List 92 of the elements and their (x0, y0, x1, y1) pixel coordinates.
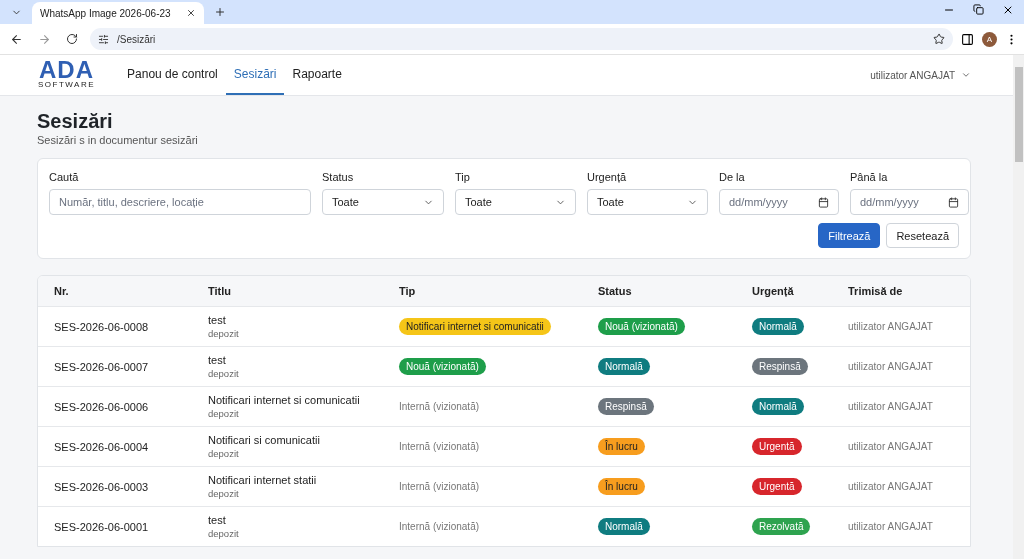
page-subtitle: Sesizări s in documentur sesizări (37, 134, 199, 146)
profile-avatar[interactable]: A (982, 31, 997, 47)
table-cell-text: Internă (vizionată) (399, 521, 481, 532)
field-label: Urgență (587, 171, 628, 183)
table-cell-text: Notificari si comunicatii (208, 434, 321, 446)
column-header: Status (598, 285, 633, 297)
table-cell-text: utilizator ANGAJAT (848, 321, 934, 332)
nav-tab[interactable]: Sesizări (225, 55, 285, 95)
nav-tab[interactable]: Rapoarte (284, 55, 350, 95)
select-value: Toate (597, 196, 624, 208)
table-cell-text: SES-2026-06-0008 (54, 320, 150, 333)
status-badge: Nouă (vizionată) (399, 358, 486, 375)
status-badge: În lucru (598, 478, 645, 495)
status-badge: Normală (752, 398, 804, 415)
bookmark-star-icon (933, 33, 945, 45)
side-panel-icon (961, 32, 974, 46)
close-icon (1002, 4, 1014, 16)
field-label: Tip (455, 171, 471, 183)
status-badge: Normală (752, 318, 804, 335)
location-text: depozit (208, 448, 240, 459)
table-cell-text: SES-2026-06-0004 (54, 440, 150, 453)
table-cell-text: utilizator ANGAJAT (848, 361, 934, 372)
column-header: Trimisă de (848, 285, 904, 297)
table-cell-text: utilizator ANGAJAT (848, 401, 934, 412)
date-field[interactable]: dd/mm/yyyy (719, 189, 839, 215)
calendar-icon (818, 196, 829, 208)
column-header: Nr. (54, 285, 70, 297)
location-text: depozit (208, 368, 240, 379)
status-badge: Rezolvată (752, 518, 811, 535)
status-badge: Urgentă (752, 438, 802, 455)
table-cell-text: Internă (vizionată) (399, 401, 481, 412)
calendar-icon (948, 196, 959, 208)
table-cell-text: utilizator ANGAJAT (848, 481, 934, 492)
date-placeholder: dd/mm/yyyy (860, 196, 919, 208)
status-badge: În lucru (598, 438, 645, 455)
browser-tab[interactable]: WhatsApp Image 2026-06-23 (32, 2, 204, 24)
close-icon (186, 8, 196, 18)
status-badge: Nouă (vizionată) (598, 318, 685, 335)
table-cell-text: test (208, 354, 227, 366)
scrollbar-thumb[interactable] (1014, 67, 1023, 162)
reload-icon (66, 33, 78, 45)
table-cell-text: SES-2026-06-0001 (54, 520, 150, 533)
table-cell-text: utilizator ANGAJAT (848, 521, 934, 532)
table-cell-text: Notificari internet statii (208, 474, 318, 486)
select-value: Toate (465, 196, 492, 208)
field-label: Până la (850, 171, 889, 183)
status-badge: Notificari internet si comunicatii (399, 318, 551, 335)
status-badge: Normală (598, 358, 650, 375)
page-title: Sesizări (37, 109, 114, 134)
table-cell-text: utilizator ANGAJAT (848, 441, 934, 452)
nav-tab[interactable]: Panou de control (119, 55, 226, 95)
location-text: depozit (208, 528, 240, 539)
status-badge: Normală (598, 518, 650, 535)
table-cell-text: test (208, 314, 227, 326)
table-cell-text: Internă (vizionată) (399, 441, 481, 452)
column-header: Titlu (208, 285, 232, 297)
restore-icon (973, 4, 984, 15)
reset-button[interactable]: Resetează (886, 223, 959, 248)
table-cell-text: SES-2026-06-0007 (54, 360, 150, 373)
select-field[interactable]: Toate (587, 189, 708, 215)
table-cell-text: SES-2026-06-0003 (54, 480, 150, 493)
date-placeholder: dd/mm/yyyy (729, 196, 788, 208)
forward-arrow-icon (37, 32, 51, 46)
url-text: /Sesizări (117, 33, 157, 45)
field-label: De la (719, 171, 746, 183)
date-field[interactable]: dd/mm/yyyy (850, 189, 969, 215)
status-badge: Respinsă (598, 398, 654, 415)
back-arrow-icon (9, 32, 23, 46)
location-text: depozit (208, 328, 240, 339)
select-value: Toate (332, 196, 359, 208)
table-cell-text: Notificari internet si comunicatii (208, 394, 361, 406)
column-header: Urgență (752, 285, 795, 297)
table-cell-text: test (208, 514, 227, 526)
address-bar[interactable]: /Sesizări (90, 28, 953, 50)
status-badge: Respinsă (752, 358, 808, 375)
logo[interactable]: ADA SOFTWARE (38, 55, 96, 95)
location-text: depozit (208, 408, 240, 419)
chevron-down-icon (961, 70, 971, 80)
status-badge: Urgentă (752, 478, 802, 495)
site-settings-icon (98, 33, 109, 45)
select-field[interactable]: Toate (322, 189, 444, 215)
plus-icon (214, 6, 226, 18)
user-menu[interactable]: utilizator ANGAJAT (864, 55, 977, 95)
table-cell-text: Internă (vizionată) (399, 481, 481, 492)
select-field[interactable]: Toate (455, 189, 576, 215)
table-cell-text: SES-2026-06-0006 (54, 400, 150, 413)
column-header: Tip (399, 285, 417, 297)
filter-button[interactable]: Filtrează (818, 223, 881, 248)
search-field[interactable]: Număr, titlu, descriere, locație (49, 189, 311, 215)
location-text: depozit (208, 488, 240, 499)
field-label: Status (322, 171, 355, 183)
field-label: Caută (49, 171, 80, 183)
